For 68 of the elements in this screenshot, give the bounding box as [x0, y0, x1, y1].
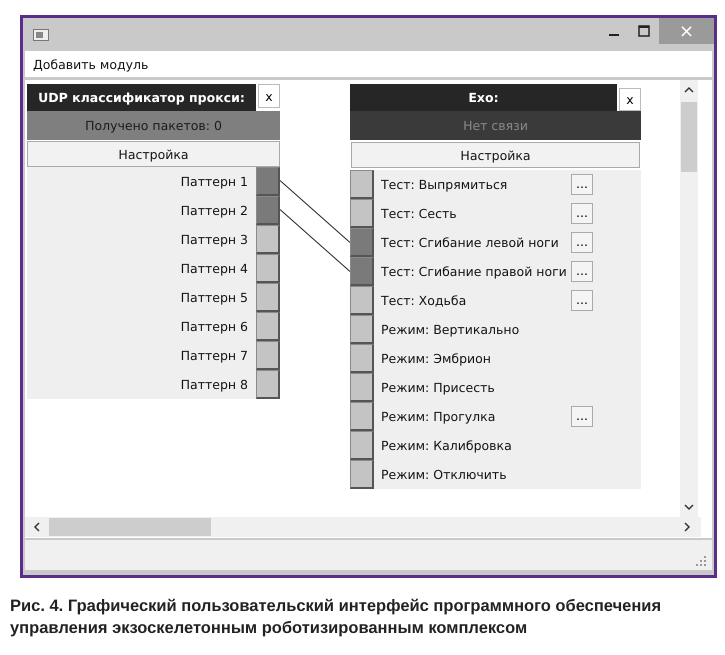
port-label: Тест: Выпрямиться — [380, 177, 508, 192]
port-label: Режим: Прогулка — [380, 409, 496, 424]
port[interactable] — [256, 225, 280, 254]
horizontal-scrollbar[interactable] — [25, 517, 701, 537]
module-status: Получено пакетов: 0 — [27, 111, 280, 140]
port-label: Паттерн 4 — [180, 261, 249, 276]
connection-line — [280, 180, 350, 243]
app-icon — [33, 28, 49, 40]
scroll-right-icon[interactable] — [683, 522, 691, 532]
port[interactable] — [256, 283, 280, 312]
port-label: Режим: Калибровка — [380, 438, 513, 453]
module-title: UDP классификатор прокси: — [27, 84, 256, 111]
port[interactable] — [350, 344, 374, 373]
port[interactable] — [350, 402, 374, 431]
port[interactable] — [350, 431, 374, 460]
port[interactable] — [350, 170, 374, 199]
port[interactable] — [350, 199, 374, 228]
port[interactable] — [350, 257, 374, 286]
more-button[interactable]: ... — [571, 290, 593, 311]
port-label: Паттерн 2 — [180, 203, 249, 218]
more-button[interactable]: ... — [571, 174, 593, 195]
settings-button[interactable]: Настройка — [351, 142, 640, 168]
port-label: Режим: Отключить — [380, 467, 508, 482]
port-label: Паттерн 3 — [180, 232, 249, 247]
scroll-down-icon[interactable] — [684, 503, 694, 511]
module-status: Нет связи — [350, 111, 641, 140]
port[interactable] — [256, 370, 280, 399]
scroll-thumb[interactable] — [49, 518, 211, 536]
connection-line — [280, 209, 350, 272]
close-module-button[interactable]: x — [619, 88, 641, 111]
more-button[interactable]: ... — [571, 203, 593, 224]
minimize-icon — [609, 34, 619, 36]
module-title: Exo: — [350, 84, 617, 111]
port-label: Тест: Сгибание правой ноги — [380, 264, 568, 279]
port-label: Режим: Эмбрион — [380, 351, 492, 366]
port[interactable] — [350, 286, 374, 315]
port[interactable] — [256, 167, 280, 196]
vertical-scrollbar[interactable] — [680, 80, 698, 517]
scroll-up-icon[interactable] — [684, 86, 694, 94]
port[interactable] — [256, 196, 280, 225]
port-label: Режим: Присесть — [380, 380, 496, 395]
port-label: Паттерн 1 — [180, 174, 249, 189]
more-button[interactable]: ... — [571, 232, 593, 253]
resize-grip-icon[interactable] — [696, 556, 706, 566]
menu-item[interactable]: Добавить модуль — [25, 56, 156, 72]
more-button[interactable]: ... — [571, 406, 593, 427]
port[interactable] — [256, 341, 280, 370]
settings-button[interactable]: Настройка — [27, 141, 280, 167]
figure-caption: Рис. 4. Графический пользовательский интерфейс программного обеспечения управления экзоскелетонным роботизированным комплексом — [10, 596, 662, 639]
port[interactable] — [256, 254, 280, 283]
port[interactable] — [256, 312, 280, 341]
port-label: Паттерн 5 — [180, 290, 249, 305]
close-module-button[interactable]: x — [258, 84, 280, 108]
more-button[interactable]: ... — [571, 261, 593, 282]
port[interactable] — [350, 315, 374, 344]
port-label: Тест: Сгибание левой ноги — [380, 235, 560, 250]
port-label: Паттерн 6 — [180, 319, 249, 334]
scroll-thumb[interactable] — [681, 102, 697, 172]
port[interactable] — [350, 373, 374, 402]
port-label: Тест: Сесть — [380, 206, 458, 221]
maximize-icon — [638, 25, 650, 37]
port-label: Паттерн 8 — [180, 377, 249, 392]
scroll-left-icon[interactable] — [33, 522, 41, 532]
port-label: Паттерн 7 — [180, 348, 249, 363]
port[interactable] — [350, 460, 374, 489]
port-label: Режим: Вертикально — [380, 322, 520, 337]
port[interactable] — [350, 228, 374, 257]
port-label: Тест: Ходьба — [380, 293, 468, 308]
